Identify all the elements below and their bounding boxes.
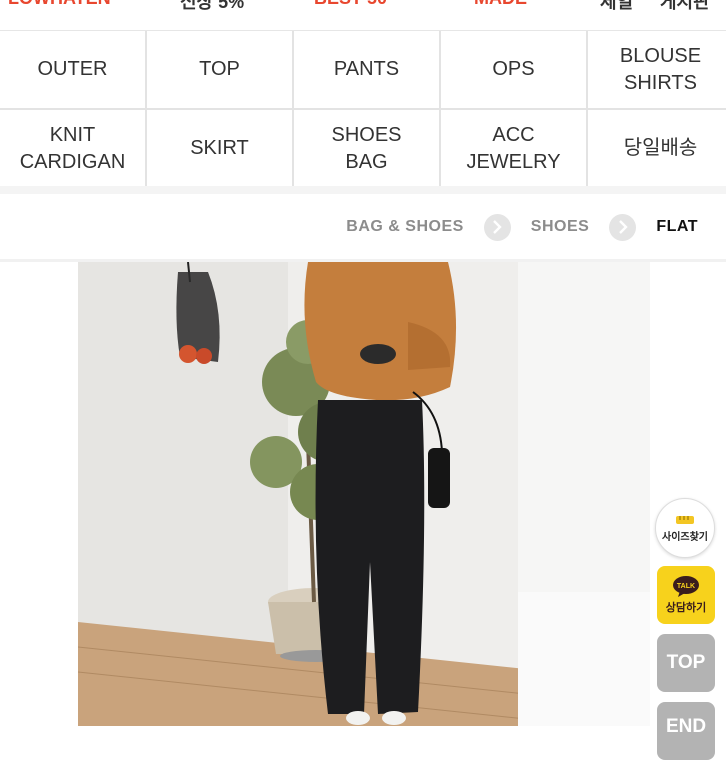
category-skirt[interactable]: SKIRT xyxy=(147,110,292,187)
size-finder-label: 사이즈찾기 xyxy=(662,531,708,543)
chevron-right-icon xyxy=(609,213,637,241)
breadcrumb: BAG & SHOES SHOES FLAT xyxy=(346,210,698,244)
breadcrumb-bag-shoes[interactable]: BAG & SHOES xyxy=(346,218,464,236)
nav-item-made[interactable]: MADE xyxy=(474,0,527,9)
chevron-right-icon xyxy=(483,213,511,241)
consult-label: 상담하기 xyxy=(665,602,707,614)
category-grid: OUTER TOP PANTS OPS BLOUSE SHIRTS KNIT C… xyxy=(0,30,726,188)
chat-bubble-icon: TALK xyxy=(673,576,699,597)
scroll-top-button[interactable]: TOP xyxy=(657,634,715,692)
nav-item-new[interactable]: 신상 5% xyxy=(180,0,244,14)
breadcrumb-flat[interactable]: FLAT xyxy=(656,218,698,236)
nav-item-sale[interactable]: 세일 xyxy=(600,0,633,14)
product-image[interactable] xyxy=(78,262,650,726)
category-shoes-bag[interactable]: SHOES BAG xyxy=(294,110,439,187)
category-same-day-delivery[interactable]: 당일배송 xyxy=(588,110,726,187)
nav-item-best[interactable]: BEST 50 xyxy=(314,0,387,9)
category-ops[interactable]: OPS xyxy=(441,31,586,108)
ruler-icon xyxy=(676,515,694,524)
size-finder-button[interactable]: 사이즈찾기 xyxy=(655,498,715,558)
category-top[interactable]: TOP xyxy=(147,31,292,108)
category-outer[interactable]: OUTER xyxy=(0,31,145,108)
nav-item-board[interactable]: 게시판 xyxy=(660,0,710,14)
category-acc-jewelry[interactable]: ACC JEWELRY xyxy=(441,110,586,187)
product-photo-illustration xyxy=(78,262,650,726)
section-spacer xyxy=(0,186,726,194)
top-nav: LOWHATEN 신상 5% BEST 50 MADE 세일 게시판 xyxy=(0,0,726,30)
category-knit-cardigan[interactable]: KNIT CARDIGAN xyxy=(0,110,145,187)
kakao-talk-button[interactable]: TALK 상담하기 xyxy=(657,566,715,624)
category-pants[interactable]: PANTS xyxy=(294,31,439,108)
nav-item-brand[interactable]: LOWHATEN xyxy=(8,0,111,9)
scroll-end-button[interactable]: END xyxy=(657,702,715,760)
breadcrumb-shoes[interactable]: SHOES xyxy=(531,218,590,236)
category-blouse-shirts[interactable]: BLOUSE SHIRTS xyxy=(588,31,726,108)
talk-badge: TALK xyxy=(677,583,695,590)
